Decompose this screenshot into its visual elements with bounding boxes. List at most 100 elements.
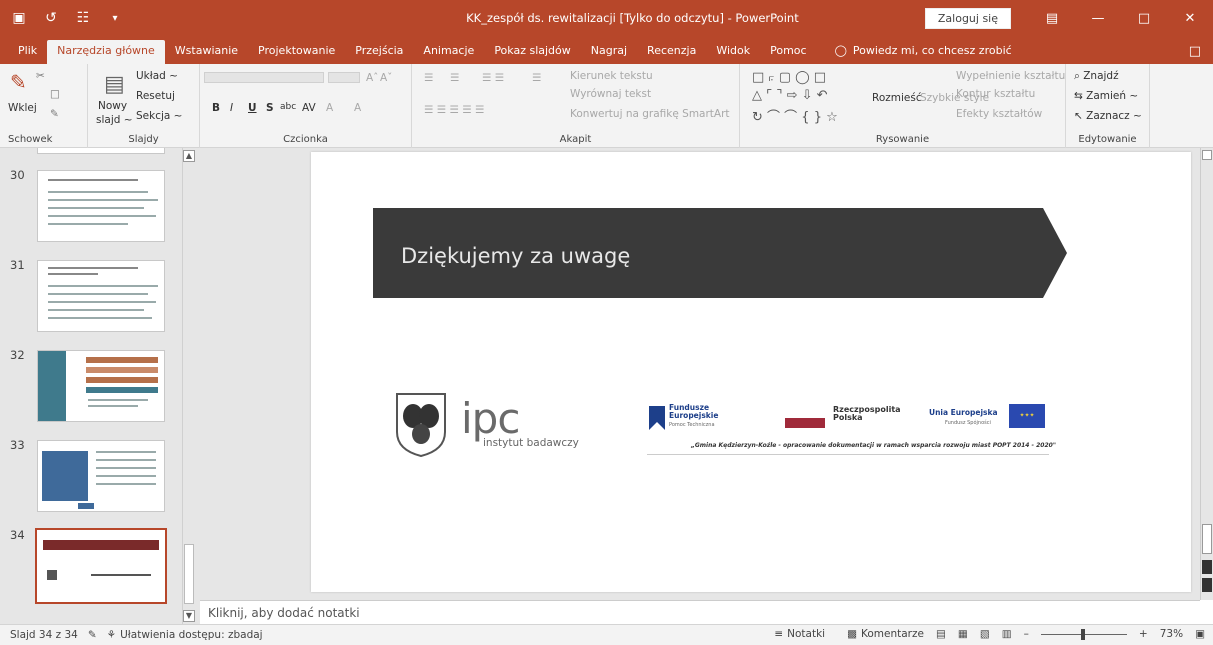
bold-button[interactable]: B: [212, 102, 220, 114]
tab-record[interactable]: Nagraj: [581, 40, 637, 64]
change-case-button[interactable]: A: [326, 102, 333, 114]
slide-thumbnail-30[interactable]: [37, 170, 165, 242]
reading-view-icon[interactable]: ▧: [980, 628, 990, 640]
slide-title[interactable]: Dziękujemy za uwagę: [401, 244, 630, 268]
tab-insert[interactable]: Wstawianie: [165, 40, 248, 64]
zoom-slider-knob[interactable]: [1080, 628, 1085, 640]
new-slide-dropdown[interactable]: slajd ~: [96, 114, 133, 126]
align-text-button[interactable]: Wyrównaj tekst: [570, 88, 651, 100]
tab-view[interactable]: Widok: [706, 40, 760, 64]
normal-view-icon[interactable]: ▤: [936, 628, 946, 640]
maximize-icon[interactable]: □: [1121, 11, 1167, 26]
shadow-button[interactable]: S: [266, 102, 274, 114]
new-slide-icon[interactable]: ▤: [104, 72, 125, 97]
text-direction-button[interactable]: Kierunek tekstu: [570, 70, 653, 82]
minimize-icon[interactable]: —: [1075, 11, 1121, 26]
ribbon-display-icon[interactable]: ▤: [1029, 11, 1075, 26]
section-button[interactable]: Sekcja ~: [136, 110, 182, 122]
arrange-button[interactable]: Rozmieść: [872, 92, 922, 104]
slide-thumbnail-33[interactable]: [37, 440, 165, 512]
scroll-down-icon[interactable]: ▼: [183, 610, 195, 622]
zoom-in-icon[interactable]: +: [1139, 628, 1148, 640]
indent-icons[interactable]: ☰ ☰: [482, 72, 504, 84]
slideshow-view-icon[interactable]: ▥: [1002, 628, 1012, 640]
zoom-slider[interactable]: [1040, 628, 1127, 640]
format-painter-icon[interactable]: ✎: [50, 108, 59, 120]
comments-toggle[interactable]: ▩ Komentarze: [847, 628, 924, 640]
underline-button[interactable]: U: [248, 102, 257, 114]
editing-label: Edytowanie: [1078, 134, 1137, 145]
undo-icon[interactable]: ↺: [42, 10, 60, 26]
close-icon[interactable]: ✕: [1167, 11, 1213, 26]
clipboard-label: Schowek: [8, 134, 53, 145]
bullets-icon[interactable]: ☰: [424, 72, 433, 84]
shape-effects-button[interactable]: Efekty kształtów: [956, 108, 1042, 120]
tab-file[interactable]: Plik: [8, 40, 47, 64]
paste-button[interactable]: Wklej: [8, 102, 37, 114]
slide-scrollbar-thumb[interactable]: [1202, 524, 1212, 554]
save-icon[interactable]: ▣: [10, 10, 28, 26]
notes-toggle[interactable]: ≡ Notatki: [774, 628, 825, 640]
tab-animations[interactable]: Animacje: [413, 40, 484, 64]
slide-thumbnail-31[interactable]: [37, 260, 165, 332]
tab-home[interactable]: Narzędzia główne: [47, 40, 165, 64]
shrink-font-icon[interactable]: Aˇ: [380, 72, 392, 84]
tab-help[interactable]: Pomoc: [760, 40, 816, 64]
spellcheck-icon[interactable]: ✎: [88, 629, 97, 641]
slide-scrollbar[interactable]: [1200, 148, 1213, 600]
font-name-input[interactable]: [204, 72, 324, 83]
shape-outline-button[interactable]: Kontur kształtu: [956, 88, 1035, 100]
start-presentation-icon[interactable]: ☷: [74, 10, 92, 26]
scroll-up-icon[interactable]: [1202, 150, 1212, 160]
new-slide-button[interactable]: Nowy: [98, 100, 127, 112]
slide-thumbnail-34[interactable]: [35, 528, 167, 604]
accessibility-button[interactable]: ⚘ Ułatwienia dostępu: zbadaj: [107, 629, 263, 641]
italic-button[interactable]: I: [230, 102, 233, 114]
scroll-up-icon[interactable]: ▲: [183, 150, 195, 162]
find-button[interactable]: ⌕ Znajdź: [1074, 70, 1119, 83]
shape-fill-button[interactable]: Wypełnienie kształtu: [956, 70, 1065, 82]
reset-button[interactable]: Resetuj: [136, 90, 175, 102]
customize-icon[interactable]: ▾: [106, 13, 124, 24]
tab-slideshow[interactable]: Pokaz slajdów: [484, 40, 580, 64]
replace-button[interactable]: ⇆ Zamień ~: [1074, 90, 1138, 102]
login-button[interactable]: Zaloguj się: [924, 7, 1011, 29]
accessibility-icon: ⚘: [106, 629, 117, 641]
strikethrough-button[interactable]: abc: [280, 102, 296, 112]
current-slide[interactable]: Dziękujemy za uwagę ipc instytut badawcz…: [311, 152, 1191, 592]
shapes-gallery-row2[interactable]: △ ⌜ ⌝ ⇨ ⇩ ↶: [752, 88, 828, 103]
select-button[interactable]: ↖ Zaznacz ~: [1074, 110, 1142, 122]
zoom-out-icon[interactable]: –: [1024, 628, 1029, 640]
font-color-button[interactable]: A: [354, 102, 361, 114]
line-spacing-icon[interactable]: ☰: [532, 72, 541, 84]
notes-placeholder[interactable]: Kliknij, aby dodać notatki: [208, 606, 360, 620]
font-size-input[interactable]: [328, 72, 360, 83]
smartart-button[interactable]: Konwertuj na grafikę SmartArt: [570, 108, 730, 120]
copy-icon[interactable]: □: [50, 88, 60, 100]
tell-me-text: Powiedz mi, co chcesz zrobić: [852, 44, 1012, 57]
comments-icon[interactable]: □: [1189, 44, 1201, 59]
scrollbar-thumb[interactable]: [184, 544, 194, 604]
cut-icon[interactable]: ✂: [36, 70, 45, 82]
tell-me-box[interactable]: ◯ Powiedz mi, co chcesz zrobić: [817, 40, 1022, 64]
slide-thumbnail-32[interactable]: [37, 350, 165, 422]
layout-button[interactable]: Układ ~: [136, 70, 178, 82]
thumbnail-prev-partial[interactable]: [37, 148, 165, 154]
slide-sorter-icon[interactable]: ▦: [958, 628, 968, 640]
tab-review[interactable]: Recenzja: [637, 40, 706, 64]
numbering-icon[interactable]: ☰: [450, 72, 459, 84]
shapes-gallery-icon[interactable]: □ ⟔ ▢ ◯ □: [752, 70, 826, 85]
grow-font-icon[interactable]: Aˆ: [366, 72, 378, 84]
align-icons[interactable]: ☰ ☰ ☰ ☰ ☰: [424, 104, 484, 116]
tab-design[interactable]: Projektowanie: [248, 40, 345, 64]
tab-transitions[interactable]: Przejścia: [345, 40, 413, 64]
fit-slide-icon[interactable]: ▣: [1195, 628, 1205, 640]
next-slide-icon[interactable]: [1202, 578, 1212, 592]
ribbon: ✎ Wklej ✂ □ ✎ Schowek ▤ Nowy slajd ~ Ukł…: [0, 64, 1213, 148]
zoom-level[interactable]: 73%: [1160, 628, 1183, 640]
char-spacing-button[interactable]: AV: [302, 102, 316, 114]
shapes-gallery-row3[interactable]: ↻ ⌒ ⌒ { } ☆: [752, 106, 838, 125]
notes-pane[interactable]: Kliknij, aby dodać notatki: [200, 600, 1200, 624]
prev-slide-icon[interactable]: [1202, 560, 1212, 574]
paste-icon[interactable]: ✎: [10, 70, 27, 94]
